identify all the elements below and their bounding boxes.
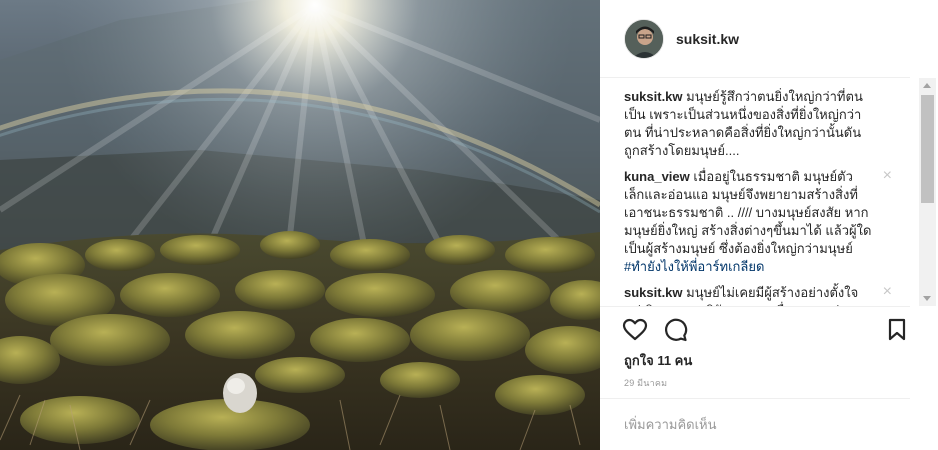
save-button[interactable] [886, 318, 912, 344]
post-photo[interactable] [0, 0, 600, 450]
scroll-down-arrow-icon[interactable] [923, 296, 931, 301]
post-actions [600, 306, 910, 350]
comment-username[interactable]: kuna_view [624, 169, 690, 184]
comment-username[interactable]: suksit.kw [624, 285, 683, 300]
close-icon[interactable]: × [883, 168, 892, 184]
post-date[interactable]: 29 มีนาคม [624, 376, 667, 390]
list-item: kuna_view เมื่ออยู่ในธรรมชาติ มนุษย์ตัวเ… [624, 168, 896, 276]
scrollbar-thumb[interactable] [921, 95, 934, 203]
like-button[interactable] [622, 317, 648, 343]
comment-list[interactable]: suksit.kw มนุษย์รู้สึกว่าตนยิ่งใหญ่กว่าท… [624, 88, 896, 306]
heart-outline-icon [622, 318, 648, 341]
avatar-image [625, 20, 663, 58]
close-icon[interactable]: × [883, 284, 892, 300]
speech-bubble-icon [665, 318, 688, 342]
caption-comment: suksit.kw มนุษย์รู้สึกว่าตนยิ่งใหญ่กว่าท… [624, 88, 896, 160]
comment-username[interactable]: suksit.kw [624, 89, 683, 104]
comment-scrollbar[interactable] [919, 78, 936, 306]
list-item: suksit.kw มนุษย์ไม่เคยมีผู้สร้างอย่างตั้… [624, 284, 896, 307]
scroll-up-arrow-icon[interactable] [923, 83, 931, 88]
comment-input[interactable] [624, 413, 884, 435]
comment-button[interactable] [662, 317, 688, 343]
post-author-username[interactable]: suksit.kw [676, 31, 739, 47]
avatar[interactable] [624, 19, 664, 59]
post-sidebar: suksit.kw suksit.kw มนุษย์รู้สึกว่าตนยิ่… [600, 0, 938, 450]
post-header: suksit.kw [600, 0, 910, 78]
hashtag-link[interactable]: #ทำยังไงให้พี่อาร์ทเกลียด [624, 259, 764, 274]
add-comment-section [600, 398, 910, 450]
likes-count[interactable]: ถูกใจ 11 คน [624, 350, 692, 371]
landscape-image [0, 0, 600, 450]
bookmark-icon [888, 318, 906, 341]
